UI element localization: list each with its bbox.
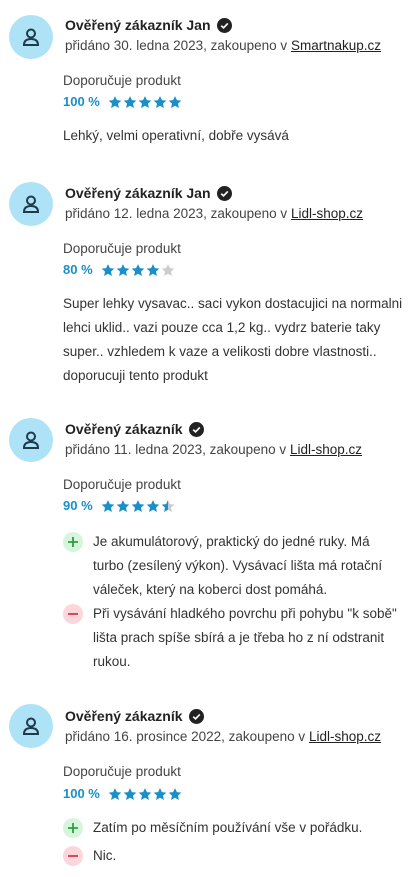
star-filled-icon [116, 499, 129, 512]
cons-item: Při vysávání hladkého povrchu při pohybu… [63, 602, 403, 674]
review-date-text: přidáno 30. ledna 2023, zakoupeno v [65, 38, 291, 53]
shop-link[interactable]: Lidl-shop.cz [290, 442, 362, 457]
rating: 80 % [63, 262, 176, 277]
recommend-label: Doporučuje produkt [63, 477, 181, 492]
shop-link[interactable]: Smartnakup.cz [291, 38, 381, 53]
star-filled-icon [146, 499, 159, 512]
star-filled-icon [146, 263, 159, 276]
star-filled-icon [108, 95, 122, 108]
cons-item: Nic. [63, 844, 403, 868]
avatar [9, 704, 53, 748]
star-empty-icon [161, 263, 174, 276]
user-icon [22, 195, 40, 213]
rating: 90 % [63, 498, 176, 513]
verified-check-icon [188, 708, 204, 724]
shop-link[interactable]: Lidl-shop.cz [309, 729, 381, 744]
star-half-icon [161, 499, 174, 512]
minus-icon [63, 846, 83, 866]
review-author: Ověřený zákazník Jan [65, 17, 232, 33]
review-text: Super lehky vysavac.. saci vykon dostacu… [63, 296, 403, 383]
pros-text: Je akumulátorový, praktický do jedné ruk… [93, 534, 383, 597]
recommend-label: Doporučuje produkt [63, 764, 181, 779]
author-name: Ověřený zákazník Jan [65, 185, 211, 201]
review-meta: přidáno 11. ledna 2023, zakoupeno v Lidl… [65, 442, 362, 457]
review-date-text: přidáno 12. ledna 2023, zakoupeno v [65, 206, 291, 221]
cons-text: Nic. [93, 848, 117, 863]
star-filled-icon [153, 787, 167, 800]
star-rating [101, 499, 176, 513]
verified-check-icon [216, 185, 232, 201]
star-filled-icon [153, 95, 167, 108]
star-filled-icon [138, 787, 152, 800]
cons-text: Při vysávání hladkého povrchu při pohybu… [93, 606, 397, 669]
user-icon [22, 28, 40, 46]
minus-icon [63, 604, 83, 624]
star-rating [108, 95, 183, 109]
rating: 100 % [63, 786, 183, 801]
star-filled-icon [131, 263, 144, 276]
review-author: Ověřený zákazník Jan [65, 185, 232, 201]
author-name: Ověřený zákazník Jan [65, 17, 211, 33]
avatar [9, 418, 53, 462]
rating-percent: 100 % [63, 94, 100, 109]
star-filled-icon [108, 787, 122, 800]
star-filled-icon [138, 95, 152, 108]
pros-item: Je akumulátorový, praktický do jedné ruk… [63, 530, 403, 602]
rating: 100 % [63, 94, 183, 109]
review-meta: přidáno 12. ledna 2023, zakoupeno v Lidl… [65, 206, 363, 221]
star-filled-icon [123, 787, 137, 800]
pros-item: Zatím po měsíčním používání vše v pořádk… [63, 816, 403, 840]
avatar [9, 182, 53, 226]
user-icon [22, 431, 40, 449]
rating-percent: 90 % [63, 498, 93, 513]
plus-icon [63, 532, 83, 552]
recommend-label: Doporučuje produkt [63, 73, 181, 88]
verified-check-icon [216, 17, 232, 33]
star-filled-icon [131, 499, 144, 512]
star-filled-icon [101, 263, 114, 276]
shop-link[interactable]: Lidl-shop.cz [291, 206, 363, 221]
review-meta: přidáno 16. prosince 2022, zakoupeno v L… [65, 729, 381, 744]
author-name: Ověřený zákazník [65, 708, 183, 724]
verified-check-icon [188, 421, 204, 437]
review-date-text: přidáno 11. ledna 2023, zakoupeno v [65, 442, 290, 457]
star-filled-icon [123, 95, 137, 108]
review-date-text: přidáno 16. prosince 2022, zakoupeno v [65, 729, 309, 744]
review-meta: přidáno 30. ledna 2023, zakoupeno v Smar… [65, 38, 381, 53]
review-text: Lehký, velmi operativní, dobře vysává [63, 128, 289, 143]
author-name: Ověřený zákazník [65, 421, 183, 437]
star-filled-icon [101, 499, 114, 512]
rating-percent: 100 % [63, 786, 100, 801]
rating-percent: 80 % [63, 262, 93, 277]
recommend-label: Doporučuje produkt [63, 241, 181, 256]
plus-icon [63, 818, 83, 838]
star-filled-icon [168, 787, 182, 800]
star-rating [101, 263, 176, 277]
pros-text: Zatím po měsíčním používání vše v pořádk… [93, 820, 363, 835]
user-icon [22, 717, 40, 735]
star-filled-icon [116, 263, 129, 276]
review-author: Ověřený zákazník [65, 421, 204, 437]
star-rating [108, 787, 183, 801]
star-filled-icon [168, 95, 182, 108]
review-author: Ověřený zákazník [65, 708, 204, 724]
avatar [9, 15, 53, 59]
